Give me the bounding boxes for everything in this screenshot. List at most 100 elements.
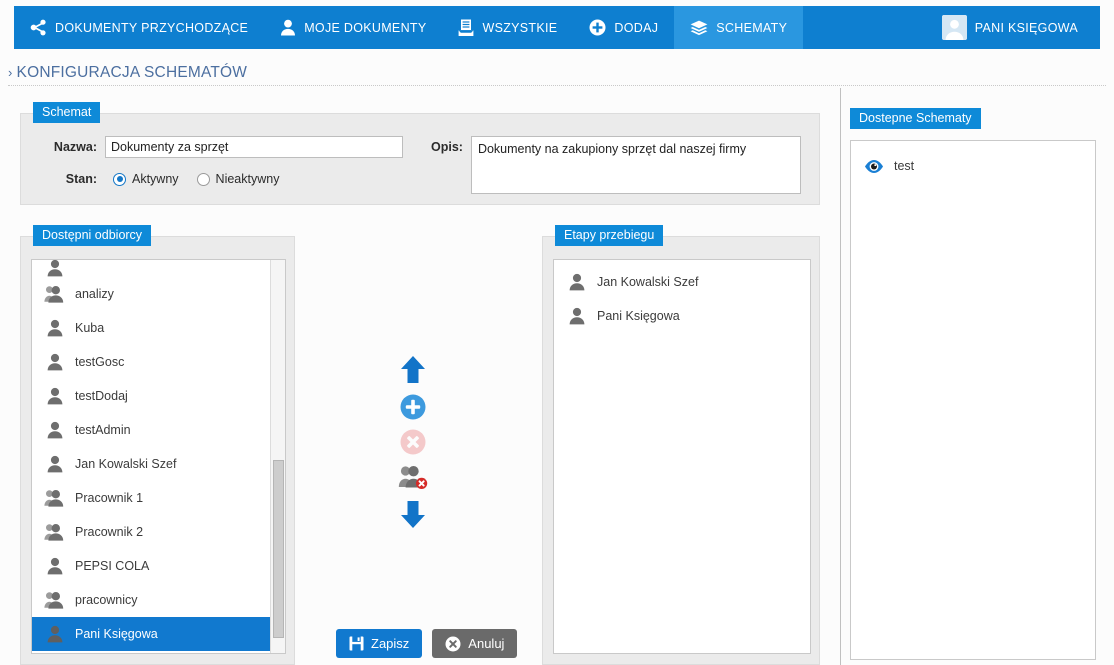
scheme-list-item-label: test xyxy=(894,159,915,173)
recipient-list-item-label: PEPSI COLA xyxy=(75,559,150,573)
breadcrumb-chevron-icon: › xyxy=(8,65,13,80)
move-down-button[interactable] xyxy=(399,499,427,529)
move-up-button[interactable] xyxy=(399,355,427,385)
radio-aktywny-label: Aktywny xyxy=(132,172,179,186)
recipient-list-item-label: Pracownik 1 xyxy=(75,491,144,505)
remove-button xyxy=(400,429,426,455)
stage-list-item-label: Pani Księgowa xyxy=(597,309,680,323)
recipient-list-item[interactable]: Pani Księgowa xyxy=(32,617,270,651)
avatar-icon xyxy=(941,15,967,40)
desc-label: Opis: xyxy=(431,140,463,154)
nav-label: DOKUMENTY PRZYCHODZĄCE xyxy=(55,20,249,35)
recipients-scroll-thumb[interactable] xyxy=(273,460,284,638)
group-icon xyxy=(44,523,66,541)
nav-item-dokumenty-przychodzace[interactable]: DOKUMENTY PRZYCHODZĄCE xyxy=(14,6,264,49)
user-icon xyxy=(44,319,66,337)
recipients-scrollbar[interactable] xyxy=(270,260,285,653)
layers-icon xyxy=(690,20,708,36)
recipient-list-item[interactable]: Kuba xyxy=(32,311,270,345)
user-menu-label: PANI KSIĘGOWA xyxy=(974,20,1078,35)
stages-panel: Etapy przebiegu Jan Kowalski Szef Pani Ks… xyxy=(542,225,820,665)
x-circle-icon xyxy=(445,636,461,652)
nav-label: DODAJ xyxy=(614,20,659,35)
user-icon xyxy=(44,353,66,371)
user-icon xyxy=(44,260,66,277)
nav-item-schematy[interactable]: SCHEMATY xyxy=(674,6,804,49)
nav-item-moje-dokumenty[interactable]: MOJE DOKUMENTY xyxy=(264,6,442,49)
inbox-icon xyxy=(458,19,474,37)
stage-list-item[interactable]: Jan Kowalski Szef xyxy=(554,265,810,299)
recipient-list-item[interactable]: testGosc xyxy=(32,345,270,379)
recipient-list-item-label: testAdmin xyxy=(75,423,131,437)
nav-item-wszystkie[interactable]: WSZYSTKIE xyxy=(442,6,573,49)
radio-nieaktywny[interactable]: Nieaktywny xyxy=(196,172,280,186)
stage-list-item-label: Jan Kowalski Szef xyxy=(597,275,699,289)
stages-listbox[interactable]: Jan Kowalski Szef Pani Księgowa xyxy=(553,259,811,654)
group-icon xyxy=(44,591,66,609)
recipient-list-item[interactable] xyxy=(32,260,270,277)
state-label: Stan: xyxy=(65,172,97,186)
save-button-label: Zapisz xyxy=(371,636,410,651)
desc-field-row: Opis: Dokumenty na zakupiony sprzęt dal … xyxy=(431,136,801,194)
user-icon xyxy=(280,19,296,36)
user-icon xyxy=(44,625,66,643)
navbar-spacer xyxy=(803,6,930,49)
recipients-panel: Dostępni odbiorcy analizy Kuba testGosc tes… xyxy=(20,225,295,665)
nav-label: MOJE DOKUMENTY xyxy=(304,20,427,35)
add-button[interactable] xyxy=(400,394,426,420)
radio-nieaktywny-label: Nieaktywny xyxy=(215,172,280,186)
radio-nieaktywny-indicator[interactable] xyxy=(196,172,210,186)
schemes-legend: Dostepne Schematy xyxy=(850,108,981,129)
schemat-panel: Schemat Nazwa: Stan: Aktywny Nieaktywny … xyxy=(20,102,820,205)
vertical-divider xyxy=(840,88,841,665)
recipient-list-item-label: Pani Księgowa xyxy=(75,627,158,641)
scheme-list-item[interactable]: test xyxy=(851,149,1095,183)
name-label: Nazwa: xyxy=(53,140,97,154)
recipient-list-item[interactable]: PEPSI COLA xyxy=(32,549,270,583)
breadcrumb: › KONFIGURACJA SCHEMATÓW xyxy=(8,60,1106,86)
plus-circle-icon xyxy=(589,19,606,36)
main-navbar: DOKUMENTY PRZYCHODZĄCE MOJE DOKUMENTY WS… xyxy=(14,6,1100,49)
page-title: KONFIGURACJA SCHEMATÓW xyxy=(16,63,248,81)
user-icon xyxy=(566,307,588,325)
remove-user-button[interactable] xyxy=(398,464,428,490)
recipients-listbox[interactable]: analizy Kuba testGosc testDodaj testAdmin Jan… xyxy=(31,259,286,654)
app-page: DOKUMENTY PRZYCHODZĄCE MOJE DOKUMENTY WS… xyxy=(0,0,1114,665)
recipient-list-item[interactable]: pracownicy xyxy=(32,583,270,617)
user-icon xyxy=(44,455,66,473)
cancel-button-label: Anuluj xyxy=(468,636,505,651)
save-button[interactable]: Zapisz xyxy=(336,629,423,658)
user-icon xyxy=(44,387,66,405)
group-icon xyxy=(44,489,66,507)
name-field-row: Nazwa: xyxy=(41,136,403,158)
stages-legend: Etapy przebiegu xyxy=(555,225,664,246)
recipient-list-item[interactable]: analizy xyxy=(32,277,270,311)
user-icon xyxy=(566,273,588,291)
stage-list-item[interactable]: Pani Księgowa xyxy=(554,299,810,333)
eye-icon xyxy=(863,159,885,174)
radio-aktywny-indicator[interactable] xyxy=(113,172,126,186)
radio-aktywny[interactable]: Aktywny xyxy=(113,172,179,186)
recipient-list-item-label: analizy xyxy=(75,287,114,301)
recipient-list-item-label: Jan Kowalski Szef xyxy=(75,457,177,471)
recipient-list-item[interactable]: testDodaj xyxy=(32,379,270,413)
nav-item-dodaj[interactable]: DODAJ xyxy=(573,6,674,49)
desc-textarea[interactable]: Dokumenty na zakupiony sprzęt dal naszej… xyxy=(470,136,801,194)
recipient-list-item-label: Pracownik 2 xyxy=(75,525,144,539)
recipient-list-item-label: testDodaj xyxy=(75,389,128,403)
nav-label: SCHEMATY xyxy=(716,20,788,35)
recipient-list-item[interactable]: Pracownik 1 xyxy=(32,481,270,515)
cancel-button[interactable]: Anuluj xyxy=(432,629,518,658)
schemes-listbox[interactable]: test xyxy=(850,140,1096,660)
form-actions: Zapisz Anuluj xyxy=(336,629,518,658)
user-menu[interactable]: PANI KSIĘGOWA xyxy=(930,6,1100,49)
recipient-list-item[interactable]: testAdmin xyxy=(32,413,270,447)
recipient-list-item[interactable]: Pracownik 2 xyxy=(32,515,270,549)
share-nodes-icon xyxy=(30,19,47,36)
user-icon xyxy=(44,421,66,439)
recipient-list-item[interactable]: Jan Kowalski Szef xyxy=(32,447,270,481)
recipients-legend: Dostępni odbiorcy xyxy=(33,225,152,246)
recipient-list-item-label: Kuba xyxy=(75,321,105,335)
schemes-panel: Dostepne Schematy test xyxy=(850,108,1098,665)
name-input[interactable] xyxy=(105,136,403,158)
